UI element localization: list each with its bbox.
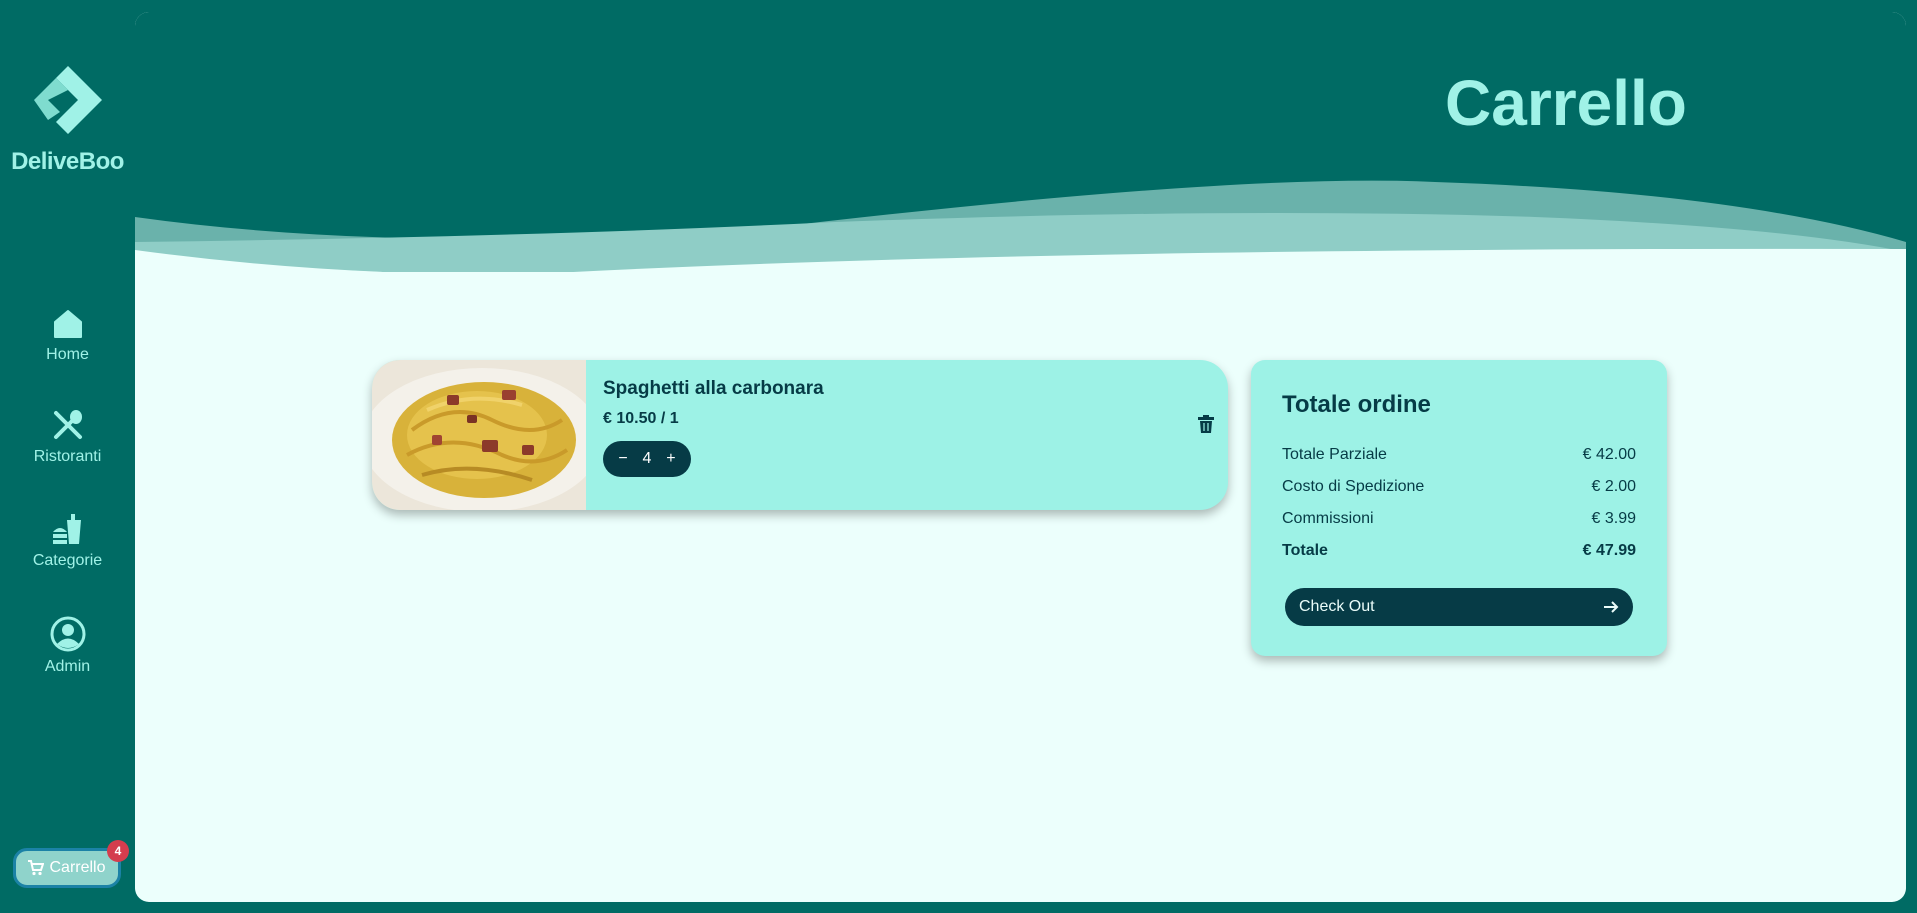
summary-row-subtotal: Totale Parziale € 42.00 [1282,446,1636,464]
cart-item-price: € 10.50 / 1 [603,410,679,427]
total-value: € 47.99 [1582,542,1636,559]
increase-quantity-button[interactable]: + [666,450,675,468]
quantity-stepper: − 4 + [603,441,691,477]
fees-value: € 3.99 [1591,510,1636,527]
sidebar: DeliveBoo Home Ristoranti Categorie Admi… [0,0,135,913]
nav-item-ristoranti[interactable]: Ristoranti [0,408,135,466]
cart-item-card: Spaghetti alla carbonara € 10.50 / 1 − 4… [372,360,1228,510]
total-label: Totale [1282,542,1328,559]
nav-item-admin[interactable]: Admin [0,616,135,676]
cart-item-name: Spaghetti alla carbonara [603,378,824,399]
wave-decoration [135,12,1906,272]
subtotal-value: € 42.00 [1582,446,1636,463]
summary-row-fees: Commissioni € 3.99 [1282,510,1636,528]
shopping-cart-icon [28,860,45,876]
page-title: Carrello [1445,67,1687,139]
arrow-right-icon [1604,601,1619,613]
user-circle-icon [50,616,85,652]
subtotal-label: Totale Parziale [1282,446,1387,463]
summary-row-shipping: Costo di Spedizione € 2.00 [1282,478,1636,496]
summary-title: Totale ordine [1282,391,1431,418]
checkout-button[interactable]: Check Out [1285,588,1633,626]
nav-label-categorie: Categorie [32,552,103,569]
nav-item-home[interactable]: Home [0,308,135,364]
brand-name: DeliveBoo [11,148,124,175]
order-summary-card: Totale ordine Totale Parziale € 42.00 Co… [1251,360,1667,656]
cart-count-badge: 4 [107,840,129,862]
cart-button[interactable]: Carrello [13,848,121,888]
fees-label: Commissioni [1282,510,1374,527]
food-category-icon [52,514,81,544]
shipping-value: € 2.00 [1591,478,1636,495]
shipping-label: Costo di Spedizione [1282,478,1425,495]
summary-row-total: Totale € 47.99 [1282,542,1636,560]
cart-button-label: Carrello [49,859,106,876]
nav-item-categorie[interactable]: Categorie [0,512,135,570]
home-icon [53,310,82,338]
nav-label-ristoranti: Ristoranti [33,448,102,465]
checkout-label: Check Out [1299,598,1375,615]
hero-banner: Carrello [135,12,1906,272]
nav-label-home: Home [46,346,89,363]
fork-spoon-icon [53,410,82,439]
diamond-chevron-logo-icon [33,66,102,134]
carbonara-photo [372,360,586,510]
main-content: Carrello Spaghetti alla carbonara € 10.5… [135,12,1906,902]
brand-logo[interactable]: DeliveBoo [0,58,135,176]
quantity-value: 4 [642,450,652,467]
trash-icon[interactable] [1198,415,1214,433]
decrease-quantity-button[interactable]: − [618,450,627,468]
nav-label-admin: Admin [44,658,91,675]
